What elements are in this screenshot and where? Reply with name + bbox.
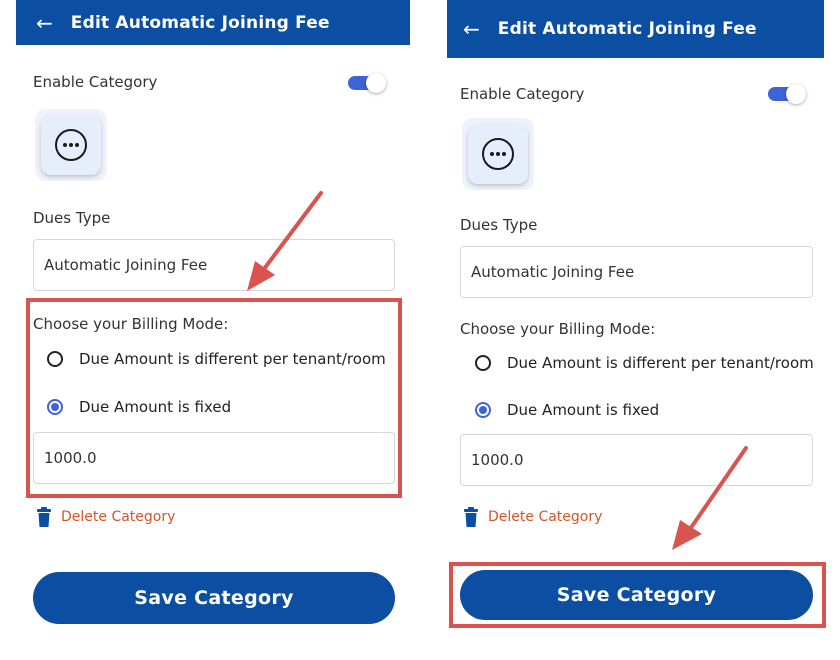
save-category-button[interactable]: Save Category	[33, 572, 395, 624]
category-icon-tile	[41, 115, 101, 175]
billing-option-label: Due Amount is fixed	[507, 401, 660, 419]
screen-right: ← Edit Automatic Joining Fee Enable Cate…	[430, 0, 840, 660]
enable-category-toggle[interactable]	[768, 84, 806, 104]
enable-category-toggle[interactable]	[348, 73, 386, 93]
annotation-arrow	[672, 446, 748, 550]
delete-category-label: Delete Category	[61, 509, 176, 525]
category-icon-tile	[468, 124, 528, 184]
trash-icon	[37, 507, 51, 527]
arrow-left-icon[interactable]: ←	[463, 19, 480, 39]
page-title: Edit Automatic Joining Fee	[70, 12, 330, 33]
app-bar: ← Edit Automatic Joining Fee	[447, 0, 824, 58]
category-icon-picker[interactable]	[35, 109, 107, 181]
delete-category-button[interactable]: Delete Category	[37, 507, 175, 527]
radio-unchecked	[475, 355, 491, 371]
dues-type-field[interactable]: Automatic Joining Fee	[460, 246, 813, 298]
trash-icon	[464, 507, 478, 527]
more-horizontal-icon	[55, 129, 87, 161]
dues-type-field[interactable]: Automatic Joining Fee	[33, 239, 395, 291]
enable-category-label: Enable Category	[460, 85, 585, 103]
delete-category-label: Delete Category	[488, 509, 603, 525]
delete-category-button[interactable]: Delete Category	[464, 507, 602, 527]
arrow-left-icon[interactable]: ←	[36, 13, 53, 33]
toggle-knob	[786, 84, 806, 104]
category-icon-picker[interactable]	[462, 118, 534, 190]
app-bar: ← Edit Automatic Joining Fee	[16, 0, 410, 45]
annotation-highlight-box	[449, 562, 826, 628]
amount-field[interactable]: 1000.0	[460, 434, 813, 486]
enable-category-label: Enable Category	[33, 73, 158, 91]
more-horizontal-icon	[482, 138, 514, 170]
page-title: Edit Automatic Joining Fee	[497, 19, 757, 39]
radio-checked	[475, 402, 491, 418]
dues-type-label: Dues Type	[460, 216, 538, 234]
screen-left: ← Edit Automatic Joining Fee Enable Cate…	[0, 0, 420, 660]
billing-option-per-tenant[interactable]: Due Amount is different per tenant/room	[475, 354, 814, 372]
billing-mode-label: Choose your Billing Mode:	[460, 320, 656, 338]
billing-option-fixed[interactable]: Due Amount is fixed	[475, 401, 659, 419]
toggle-knob	[366, 73, 386, 93]
annotation-highlight-box	[26, 298, 402, 498]
dues-type-label: Dues Type	[33, 209, 111, 227]
annotation-arrow	[247, 191, 323, 291]
billing-option-label: Due Amount is different per tenant/room	[507, 354, 814, 372]
